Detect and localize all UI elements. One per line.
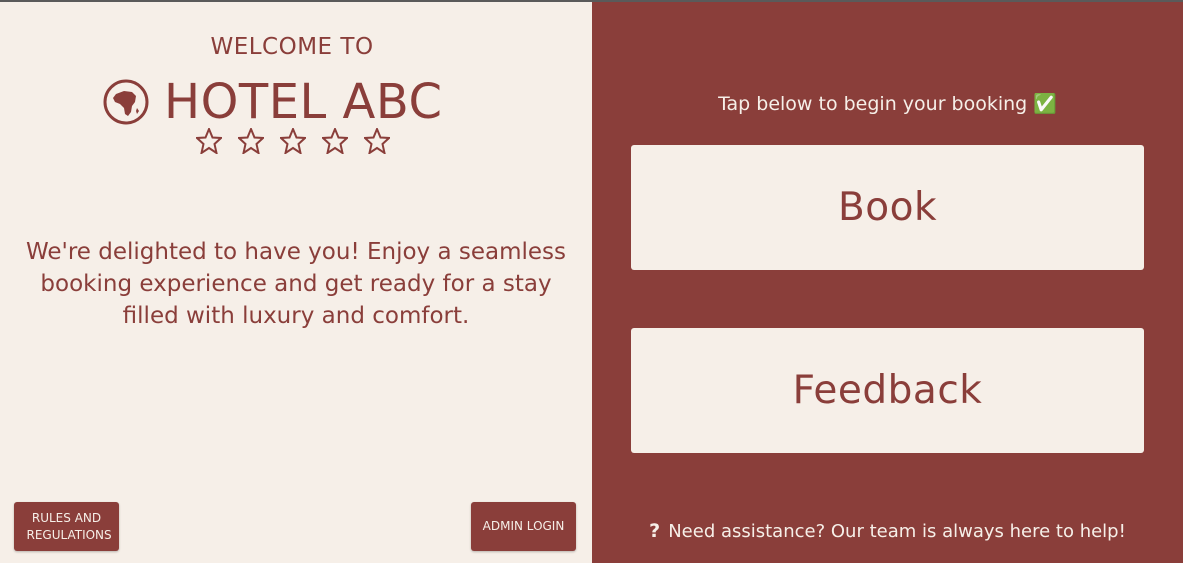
rules-button-label: RULES AND REGULATIONS [26, 510, 112, 542]
action-panel: Tap below to begin your booking ✅ Book F… [592, 2, 1183, 563]
assistance-note: ? Need assistance? Our team is always he… [592, 520, 1183, 542]
rating-stars [196, 128, 390, 154]
welcome-heading: WELCOME TO [210, 34, 374, 60]
feedback-button-label: Feedback [792, 368, 983, 413]
question-mark-icon: ? [649, 520, 661, 542]
admin-button-label: ADMIN LOGIN [482, 519, 565, 533]
rules-and-regulations-button[interactable]: RULES AND REGULATIONS [14, 502, 119, 551]
welcome-panel: WELCOME TO HOTEL ABC We're delighted to … [0, 2, 592, 563]
assistance-text: Need assistance? Our team is always here… [668, 520, 1126, 542]
feedback-button[interactable]: Feedback [631, 328, 1144, 453]
hotel-name: HOTEL ABC [164, 74, 443, 130]
star-icon [280, 128, 306, 154]
star-icon [364, 128, 390, 154]
star-icon [196, 128, 222, 154]
star-icon [238, 128, 264, 154]
welcome-message: We're delighted to have you! Enjoy a sea… [25, 239, 567, 329]
book-button-label: Book [837, 185, 938, 230]
hotel-logo: HOTEL ABC [102, 74, 442, 130]
star-icon [322, 128, 348, 154]
africa-globe-icon [103, 79, 149, 125]
admin-login-button[interactable]: ADMIN LOGIN [471, 502, 576, 551]
book-button[interactable]: Book [631, 145, 1144, 270]
booking-prompt: Tap below to begin your booking ✅ [718, 93, 1057, 115]
